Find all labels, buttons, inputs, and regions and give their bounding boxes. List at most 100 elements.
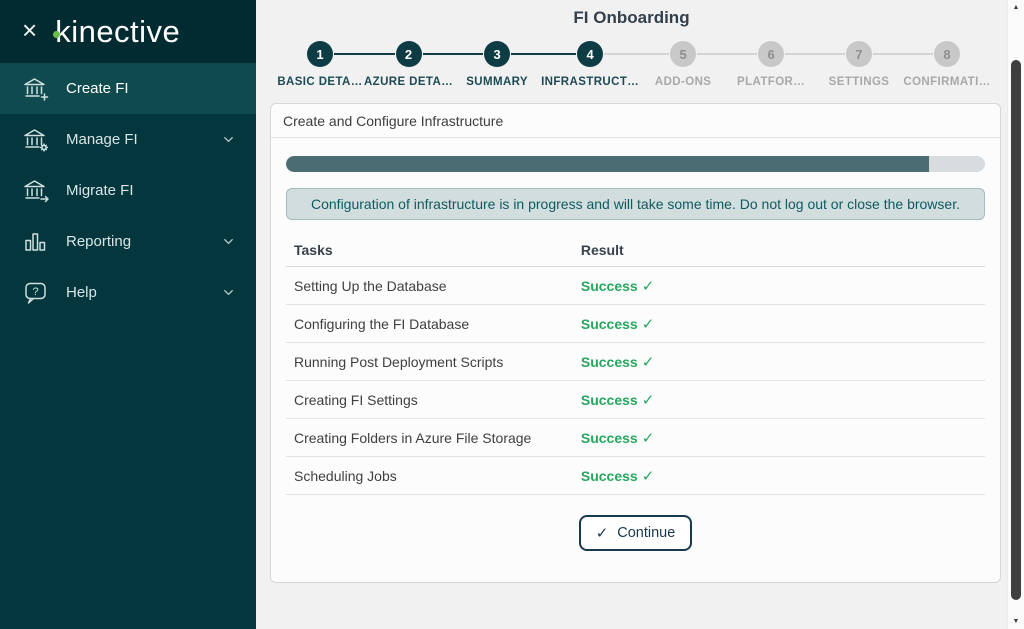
column-header-result: Result [581, 242, 977, 258]
scrollbar-thumb[interactable] [1011, 60, 1021, 600]
column-header-tasks: Tasks [294, 242, 581, 258]
table-row: Scheduling Jobs Success✓ [286, 457, 985, 495]
table-row: Running Post Deployment Scripts Success✓ [286, 343, 985, 381]
infrastructure-card: Create and Configure Infrastructure Conf… [270, 103, 1001, 583]
vertical-scrollbar[interactable]: ▲ ▼ [1007, 0, 1024, 629]
step-number: 8 [934, 41, 960, 67]
step-label: CONFIRMATI… [903, 76, 991, 88]
close-icon[interactable]: × [22, 17, 37, 43]
step-number: 1 [307, 41, 333, 67]
sidebar-item-label: Reporting [66, 233, 131, 250]
task-result: Success✓ [581, 315, 977, 333]
sidebar-nav: Create FI Manage FI [0, 63, 256, 318]
progress-bar-fill [286, 156, 929, 172]
task-result: Success✓ [581, 353, 977, 371]
sidebar-item-help[interactable]: ? Help [0, 267, 256, 318]
bank-arrow-icon [22, 177, 50, 204]
check-icon: ✓ [596, 524, 609, 542]
check-icon: ✓ [642, 392, 655, 409]
step-number: 6 [758, 41, 784, 67]
task-name: Running Post Deployment Scripts [294, 354, 581, 370]
step-label: SUMMARY [453, 76, 541, 88]
chevron-down-icon [221, 234, 236, 249]
table-row: Configuring the FI Database Success✓ [286, 305, 985, 343]
step-label: BASIC DETA… [276, 76, 364, 88]
sidebar-item-label: Migrate FI [66, 182, 134, 199]
table-header-row: Tasks Result [286, 233, 985, 267]
stepper-step-7[interactable]: 7 SETTINGS [815, 41, 903, 88]
check-icon: ✓ [642, 278, 655, 295]
sidebar-header: × kinective [0, 0, 256, 63]
task-name: Scheduling Jobs [294, 468, 581, 484]
success-label: Success [581, 392, 638, 408]
success-label: Success [581, 468, 638, 484]
sidebar-item-migrate-fi[interactable]: Migrate FI [0, 165, 256, 216]
table-row: Creating Folders in Azure File Storage S… [286, 419, 985, 457]
sidebar-item-manage-fi[interactable]: Manage FI [0, 114, 256, 165]
check-icon: ✓ [642, 468, 655, 485]
card-title: Create and Configure Infrastructure [271, 104, 1000, 138]
sidebar-item-label: Create FI [66, 80, 129, 97]
progress-bar [286, 156, 985, 172]
task-name: Creating FI Settings [294, 392, 581, 408]
main-content: FI Onboarding 1 BASIC DETA… 2 AZURE DETA… [256, 0, 1007, 629]
stepper-step-3[interactable]: 3 SUMMARY [453, 41, 541, 88]
table-row: Setting Up the Database Success✓ [286, 267, 985, 305]
stepper-step-1[interactable]: 1 BASIC DETA… [276, 41, 364, 88]
stepper-step-5[interactable]: 5 ADD-ONS [639, 41, 727, 88]
stepper-step-4[interactable]: 4 INFRASTRUCT… [541, 41, 639, 88]
table-row: Creating FI Settings Success✓ [286, 381, 985, 419]
scroll-down-arrow-icon[interactable]: ▼ [1008, 618, 1024, 625]
step-number: 4 [577, 41, 603, 67]
onboarding-stepper: 1 BASIC DETA… 2 AZURE DETA… 3 SUMMARY 4 … [276, 41, 991, 88]
sidebar-item-label: Manage FI [66, 131, 138, 148]
check-icon: ✓ [642, 354, 655, 371]
info-alert: Configuration of infrastructure is in pr… [286, 188, 985, 220]
success-label: Success [581, 430, 638, 446]
check-icon: ✓ [642, 430, 655, 447]
task-result: Success✓ [581, 467, 977, 485]
success-label: Success [581, 316, 638, 332]
bank-gear-icon [22, 126, 50, 153]
chevron-down-icon [221, 285, 236, 300]
continue-button-label: Continue [617, 525, 675, 541]
svg-text:?: ? [32, 286, 38, 298]
step-number: 3 [484, 41, 510, 67]
step-label: ADD-ONS [639, 76, 727, 88]
sidebar-item-reporting[interactable]: Reporting [0, 216, 256, 267]
success-label: Success [581, 354, 638, 370]
tasks-table: Tasks Result Setting Up the Database Suc… [286, 233, 985, 495]
step-number: 2 [396, 41, 422, 67]
continue-button[interactable]: ✓ Continue [579, 515, 693, 551]
scroll-up-arrow-icon[interactable]: ▲ [1008, 4, 1024, 11]
step-label: SETTINGS [815, 76, 903, 88]
page-title: FI Onboarding [256, 0, 1007, 28]
step-label: AZURE DETA… [364, 76, 453, 88]
bank-plus-icon [22, 75, 50, 102]
sidebar-item-create-fi[interactable]: Create FI [0, 63, 256, 114]
task-result: Success✓ [581, 429, 977, 447]
logo-text: kinective [55, 14, 180, 49]
step-number: 5 [670, 41, 696, 67]
stepper-step-6[interactable]: 6 PLATFOR… [727, 41, 815, 88]
app-window: × kinective Create FI [0, 0, 1024, 629]
card-body: Configuration of infrastructure is in pr… [271, 138, 1000, 582]
step-label: PLATFOR… [727, 76, 815, 88]
kinective-logo: kinective [43, 14, 180, 50]
sidebar-item-label: Help [66, 284, 97, 301]
check-icon: ✓ [642, 316, 655, 333]
bar-chart-icon [22, 228, 50, 255]
logo-green-dot-icon [53, 31, 60, 38]
chevron-down-icon [221, 132, 236, 147]
button-row: ✓ Continue [286, 515, 985, 551]
task-result: Success✓ [581, 277, 977, 295]
stepper-step-2[interactable]: 2 AZURE DETA… [364, 41, 453, 88]
stepper-step-8[interactable]: 8 CONFIRMATI… [903, 41, 991, 88]
help-bubble-icon: ? [22, 279, 50, 306]
step-label: INFRASTRUCT… [541, 76, 639, 88]
task-name: Creating Folders in Azure File Storage [294, 430, 581, 446]
sidebar: × kinective Create FI [0, 0, 256, 629]
step-number: 7 [846, 41, 872, 67]
task-result: Success✓ [581, 391, 977, 409]
task-name: Configuring the FI Database [294, 316, 581, 332]
